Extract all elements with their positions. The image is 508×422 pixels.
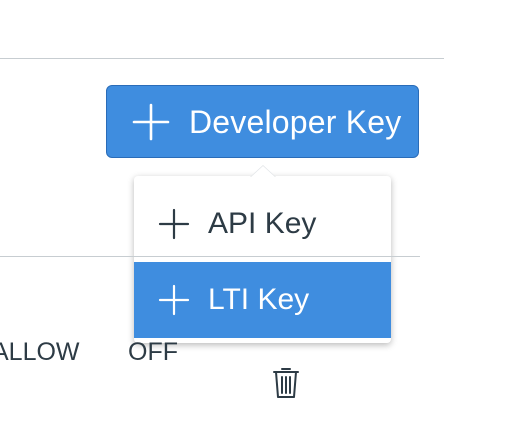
plus-icon [158,284,190,316]
menu-caret-inner [251,166,275,177]
developer-key-menu: API Key LTI Key [134,165,391,343]
developer-key-label: Developer Key [189,103,402,140]
plus-icon [132,103,170,140]
menu-item-label: LTI Key [208,283,310,316]
row-state-text: OFF [128,338,178,366]
developer-key-menu-panel: API Key LTI Key [134,176,391,343]
trash-icon[interactable] [270,365,302,399]
menu-item-label: API Key [208,207,317,240]
menu-item-lti-key[interactable]: LTI Key [134,262,391,338]
menu-item-api-key[interactable]: API Key [134,186,391,262]
developer-key-button[interactable]: Developer Key [106,85,419,158]
row-status-text: ALLOW [0,338,80,366]
plus-icon [158,208,190,240]
table-divider [0,256,420,257]
top-divider [0,58,444,59]
page-root: Developer Key API Key LTI Key ALLOW OFF [0,0,508,422]
